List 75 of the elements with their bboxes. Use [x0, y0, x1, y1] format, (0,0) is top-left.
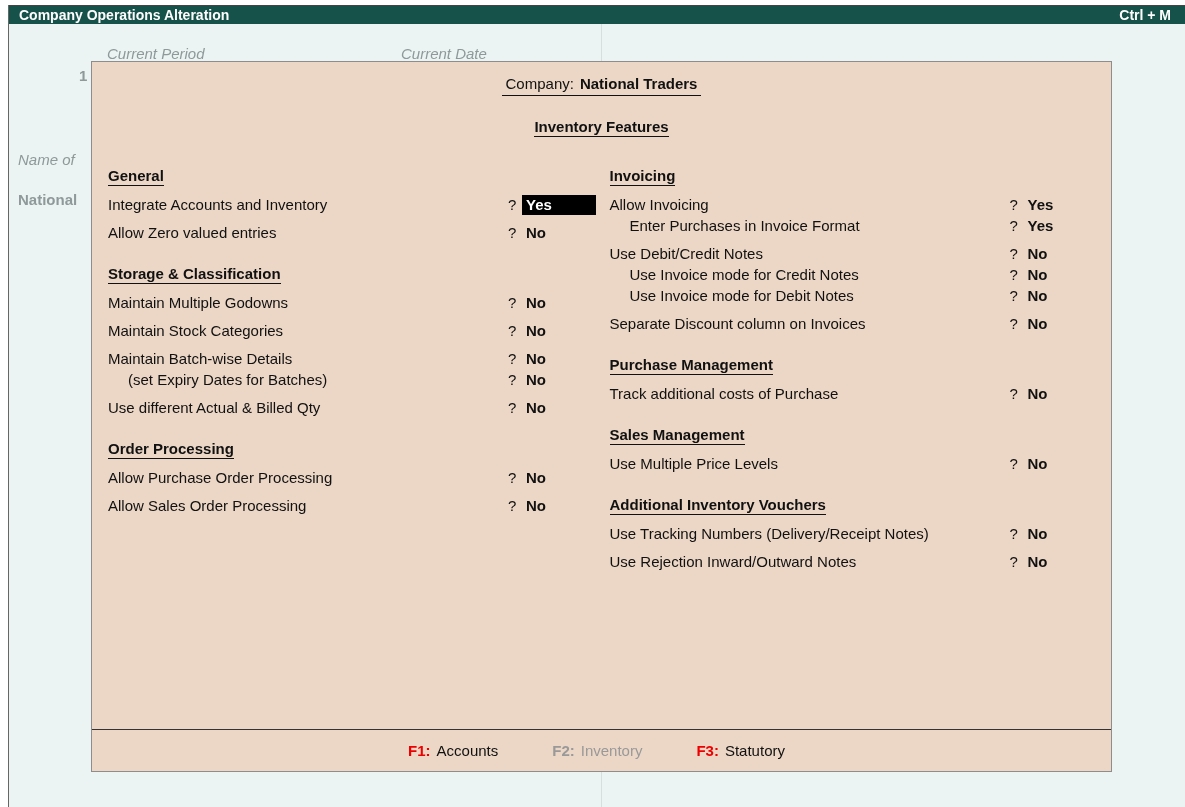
option-value[interactable]: Yes — [1023, 195, 1098, 215]
option-label: Use Rejection Inward/Outward Notes — [609, 552, 858, 572]
field-label: Current Period — [107, 45, 205, 62]
option-value[interactable]: No — [522, 398, 596, 418]
option-label: Allow Purchase Order Processing — [108, 468, 334, 488]
prompt-mark: ? — [1009, 454, 1019, 474]
option-label: Allow Invoicing — [609, 195, 710, 215]
window-title: Company Operations Alteration — [19, 7, 230, 23]
option-label: Use Invoice mode for Credit Notes — [628, 265, 860, 285]
option-value[interactable]: No — [522, 223, 596, 243]
option-value[interactable]: No — [522, 468, 596, 488]
option-value[interactable]: Yes — [1023, 216, 1098, 236]
option-label: Integrate Accounts and Inventory — [108, 195, 329, 215]
option-label: Track additional costs of Purchase — [609, 384, 840, 404]
option-label: Maintain Multiple Godowns — [108, 293, 290, 313]
section-heading: General — [108, 166, 164, 186]
option-value[interactable]: No — [522, 349, 596, 369]
prompt-mark: ? — [508, 321, 518, 341]
prompt-mark: ? — [1009, 524, 1019, 544]
option-value[interactable]: No — [1023, 524, 1098, 544]
section-heading: Additional Inventory Vouchers — [609, 495, 826, 515]
period-value: 1 — [79, 67, 88, 84]
option-value[interactable]: No — [1023, 244, 1098, 264]
option-value[interactable]: Yes — [522, 195, 596, 215]
option-value[interactable]: No — [522, 321, 596, 341]
prompt-mark: ? — [1009, 552, 1019, 572]
option-value[interactable]: No — [1023, 314, 1098, 334]
option-label: Use Multiple Price Levels — [609, 454, 779, 474]
prompt-mark: ? — [508, 293, 518, 313]
prompt-mark: ? — [1009, 384, 1019, 404]
prompt-mark: ? — [508, 349, 518, 369]
function-key-button[interactable]: F3: Statutory — [696, 742, 785, 759]
option-label: Maintain Stock Categories — [108, 321, 285, 341]
company-heading: Company: National Traders — [501, 74, 702, 96]
screen-title: Inventory Features — [534, 117, 669, 137]
prompt-mark: ? — [1009, 195, 1019, 215]
option-label: Use different Actual & Billed Qty — [108, 398, 322, 418]
option-value[interactable]: No — [1023, 265, 1098, 285]
option-value[interactable]: No — [1023, 454, 1098, 474]
section-heading: Purchase Management — [609, 355, 773, 375]
section-heading: Order Processing — [108, 439, 234, 459]
option-value[interactable]: No — [522, 293, 596, 313]
option-label: Allow Zero valued entries — [108, 223, 278, 243]
prompt-mark: ? — [1009, 244, 1019, 264]
option-label: Use Invoice mode for Debit Notes — [628, 286, 855, 306]
function-key-button[interactable]: F1: Accounts — [408, 742, 499, 759]
option-label: Use Debit/Credit Notes — [609, 244, 764, 264]
section-heading: Storage & Classification — [108, 264, 281, 284]
shortcut-label: Ctrl + M — [1119, 7, 1171, 23]
option-label: (set Expiry Dates for Batches) — [127, 370, 329, 390]
option-label: Use Tracking Numbers (Delivery/Receipt Notes) — [609, 524, 930, 544]
option-label: Maintain Batch-wise Details — [108, 349, 294, 369]
option-label: Enter Purchases in Invoice Format — [628, 216, 861, 236]
prompt-mark: ? — [1009, 314, 1019, 334]
option-value[interactable]: No — [522, 370, 596, 390]
company-name: National — [18, 191, 78, 208]
prompt-mark: ? — [508, 468, 518, 488]
prompt-mark: ? — [508, 496, 518, 516]
option-value[interactable]: No — [1023, 552, 1098, 572]
field-label: Current Date — [401, 45, 487, 62]
section-heading: Sales Management — [609, 425, 745, 445]
section-heading: Invoicing — [609, 166, 676, 186]
option-label: Separate Discount column on Invoices — [609, 314, 867, 334]
option-value[interactable]: No — [1023, 384, 1098, 404]
option-value[interactable]: No — [1023, 286, 1098, 306]
prompt-mark: ? — [1009, 286, 1019, 306]
field-label: Name of — [18, 151, 75, 168]
option-label: Allow Sales Order Processing — [108, 496, 308, 516]
prompt-mark: ? — [1009, 265, 1019, 285]
option-value[interactable]: No — [522, 496, 596, 516]
prompt-mark: ? — [508, 398, 518, 418]
prompt-mark: ? — [508, 195, 518, 215]
prompt-mark: ? — [1009, 216, 1019, 236]
prompt-mark: ? — [508, 223, 518, 243]
prompt-mark: ? — [508, 370, 518, 390]
